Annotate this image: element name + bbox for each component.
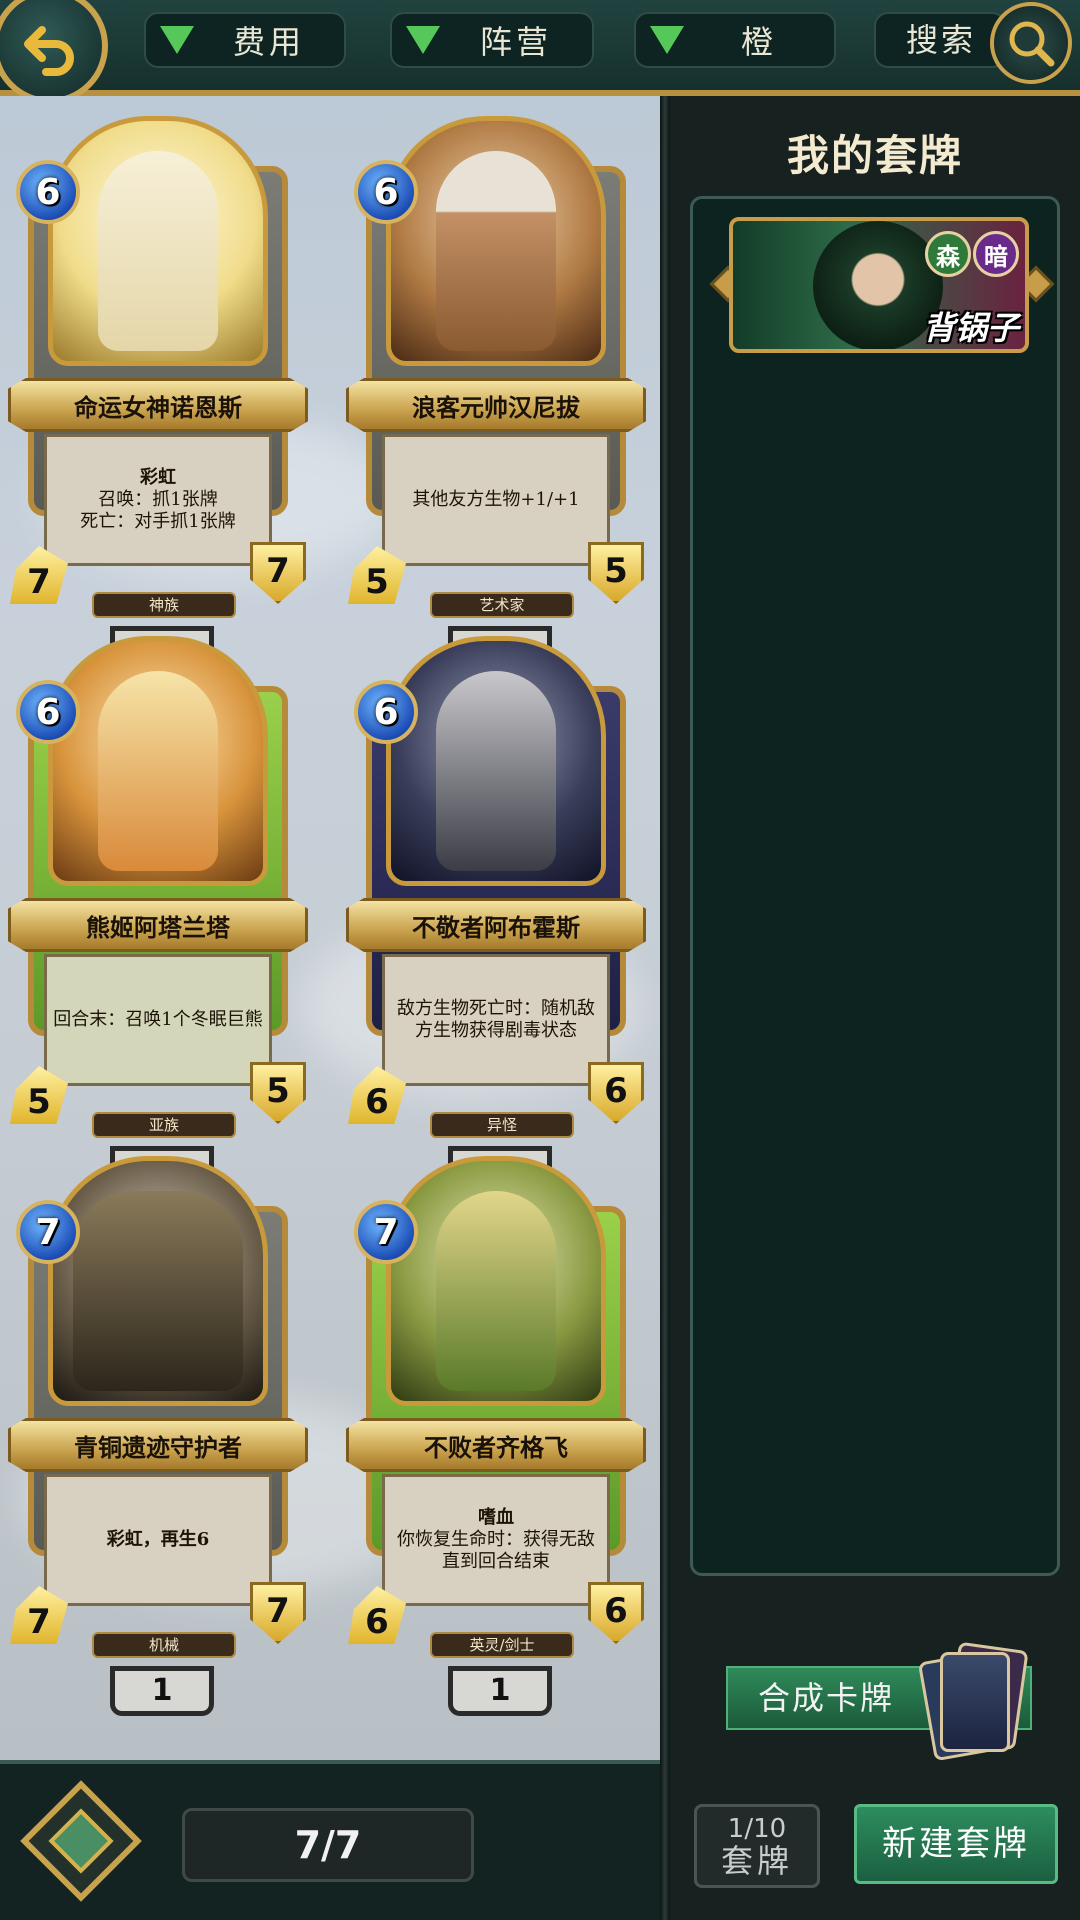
health-value: 5 xyxy=(588,542,644,604)
card-name: 熊姬阿塔兰塔 xyxy=(8,898,308,952)
mana-cost-gem: 7 xyxy=(16,1200,80,1264)
back-arrow-icon xyxy=(24,26,74,76)
card-count: 1 xyxy=(110,1666,214,1716)
card-ability-text: 召唤：抓1张牌 死亡：对手抓1张牌 xyxy=(80,489,236,532)
filter-cost-label: 费用 xyxy=(232,23,305,61)
search-button[interactable] xyxy=(990,2,1072,84)
deck-count-value: 1/10 xyxy=(727,1814,787,1844)
card-name: 命运女神诺恩斯 xyxy=(8,378,308,432)
health-value: 6 xyxy=(588,1582,644,1644)
deck-list: 森 暗 背锅子 xyxy=(690,196,1060,1576)
card-tile[interactable]: 熊姬阿塔兰塔 回合末：召唤1个冬眠巨熊 6 5 5 亚族 1 xyxy=(8,626,308,1196)
my-deck-panel: 我的套牌 森 暗 背锅子 合成卡牌 1/10 套牌 新建套牌 xyxy=(670,96,1080,1920)
card-text-box: 彩虹，再生6 xyxy=(44,1474,272,1606)
card-race: 异怪 xyxy=(430,1112,574,1138)
collection-footer: 7/7 xyxy=(0,1760,660,1920)
faction-badge-dark: 暗 xyxy=(973,231,1019,277)
filter-cost-dropdown[interactable]: 费用 xyxy=(144,12,346,68)
health-value: 5 xyxy=(250,1062,306,1124)
card-art xyxy=(386,1156,606,1406)
card-tile[interactable]: 青铜遗迹守护者 彩虹，再生6 7 7 7 机械 1 xyxy=(8,1146,308,1716)
health-value: 6 xyxy=(588,1062,644,1124)
card-ability-text: 敌方生物死亡时：随机敌方生物获得剧毒状态 xyxy=(397,998,595,1041)
deck-name: 背锅子 xyxy=(922,309,1019,347)
card-keyword: 彩虹 xyxy=(140,467,176,488)
card-tile[interactable]: 不败者齐格飞 嗜血 你恢复生命时：获得无敌直到回合结束 7 6 6 英灵/剑士 … xyxy=(346,1146,646,1716)
card-name: 青铜遗迹守护者 xyxy=(8,1418,308,1472)
mana-cost-gem: 6 xyxy=(16,680,80,744)
card-count: 1 xyxy=(448,1666,552,1716)
card-text-box: 其他友方生物+1/+1 xyxy=(382,434,610,566)
card-race: 英灵/剑士 xyxy=(430,1632,574,1658)
back-button[interactable] xyxy=(0,0,108,104)
card-text-box: 敌方生物死亡时：随机敌方生物获得剧毒状态 xyxy=(382,954,610,1086)
filter-rarity-dropdown[interactable]: 橙 xyxy=(634,12,836,68)
new-deck-button[interactable]: 新建套牌 xyxy=(854,1804,1058,1884)
card-art xyxy=(48,1156,268,1406)
craft-cards-icon xyxy=(917,1641,1029,1762)
card-tile[interactable]: 浪客元帅汉尼拔 其他友方生物+1/+1 6 5 5 艺术家 1 xyxy=(346,106,646,676)
panel-divider xyxy=(660,96,670,1920)
magnifier-icon xyxy=(1009,21,1055,67)
card-name: 浪客元帅汉尼拔 xyxy=(346,378,646,432)
deck-count-label: 套牌 xyxy=(720,1842,793,1880)
card-collection-panel: 命运女神诺恩斯 彩虹 召唤：抓1张牌 死亡：对手抓1张牌 6 7 7 神族 1 … xyxy=(0,96,660,1760)
filter-faction-dropdown[interactable]: 阵营 xyxy=(390,12,594,68)
card-keyword: 嗜血 xyxy=(478,1507,514,1528)
card-race: 神族 xyxy=(92,592,236,618)
search-field[interactable]: 搜索 xyxy=(874,12,1006,68)
card-text-box: 嗜血 你恢复生命时：获得无敌直到回合结束 xyxy=(382,1474,610,1606)
deck-count-box: 1/10 套牌 xyxy=(694,1804,820,1888)
dropdown-triangle-icon xyxy=(160,26,194,54)
dropdown-triangle-icon xyxy=(406,26,440,54)
card-text-box: 彩虹 召唤：抓1张牌 死亡：对手抓1张牌 xyxy=(44,434,272,566)
card-art xyxy=(48,636,268,886)
top-bar: 费用 阵营 橙 搜索 xyxy=(0,0,1080,104)
health-value: 7 xyxy=(250,1582,306,1644)
mana-cost-gem: 6 xyxy=(16,160,80,224)
card-name: 不敬者阿布霍斯 xyxy=(346,898,646,952)
card-race: 艺术家 xyxy=(430,592,574,618)
mana-cost-gem: 6 xyxy=(354,160,418,224)
mana-cost-gem: 7 xyxy=(354,1200,418,1264)
filter-faction-label: 阵营 xyxy=(479,23,552,61)
card-art xyxy=(386,636,606,886)
my-deck-title: 我的套牌 xyxy=(786,131,963,180)
card-tile[interactable]: 不敬者阿布霍斯 敌方生物死亡时：随机敌方生物获得剧毒状态 6 6 6 异怪 1 xyxy=(346,626,646,1196)
card-ability-text: 其他友方生物+1/+1 xyxy=(412,489,580,510)
card-ability-text: 彩虹，再生6 xyxy=(106,1529,210,1550)
card-tile[interactable]: 命运女神诺恩斯 彩虹 召唤：抓1张牌 死亡：对手抓1张牌 6 7 7 神族 1 xyxy=(8,106,308,676)
health-value: 7 xyxy=(250,542,306,604)
card-ability-text: 回合末：召唤1个冬眠巨熊 xyxy=(53,1009,263,1030)
dropdown-triangle-icon xyxy=(650,26,684,54)
filter-rarity-label: 橙 xyxy=(740,23,777,61)
faction-badge-forest: 森 xyxy=(925,231,971,277)
card-text-box: 回合末：召唤1个冬眠巨熊 xyxy=(44,954,272,1086)
card-name: 不败者齐格飞 xyxy=(346,1418,646,1472)
card-race: 机械 xyxy=(92,1632,236,1658)
card-art xyxy=(386,116,606,366)
mana-cost-gem: 6 xyxy=(354,680,418,744)
card-race: 亚族 xyxy=(92,1112,236,1138)
page-indicator: 7/7 xyxy=(182,1808,474,1882)
deck-item[interactable]: 森 暗 背锅子 xyxy=(709,217,1055,357)
card-ability-text: 你恢复生命时：获得无敌直到回合结束 xyxy=(397,1529,595,1572)
card-art xyxy=(48,116,268,366)
